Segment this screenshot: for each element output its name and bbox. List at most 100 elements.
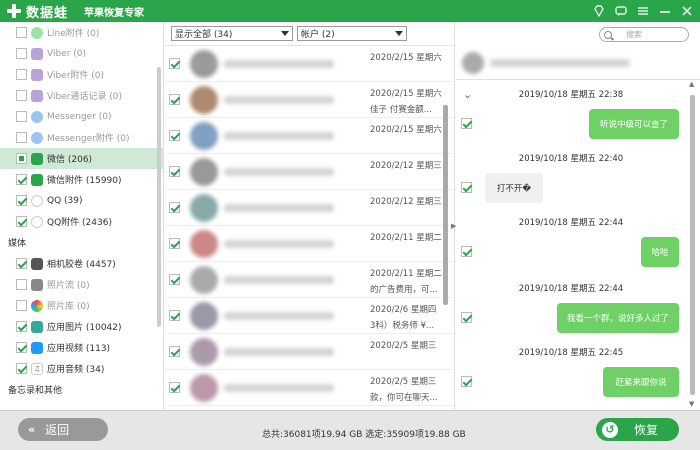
logo-plus-icon <box>6 3 22 19</box>
avatar <box>190 85 218 114</box>
conversation-date: 2020/2/12 星期三 <box>370 161 442 171</box>
section-memo-heading: 备忘录和其他 <box>8 386 63 396</box>
conversation-row[interactable]: 2020/2/15 星期六 佳子 付赛金额... <box>165 82 454 118</box>
app-image-icon <box>31 320 43 333</box>
photo-library-icon <box>31 299 43 312</box>
sidebar-scrollbar[interactable] <box>157 67 161 327</box>
contact-name-blurred <box>224 275 334 284</box>
checkbox[interactable] <box>16 321 27 332</box>
conversation-row[interactable]: 2020/2/15 星期六 <box>165 118 454 154</box>
sidebar-item-messenger[interactable]: Messenger (0) <box>0 106 163 127</box>
conversation-row[interactable]: 2020/2/12 星期三 <box>165 154 454 190</box>
checkbox[interactable] <box>16 216 27 227</box>
back-button[interactable]: « 返回 <box>18 418 108 441</box>
checkbox[interactable] <box>169 58 180 69</box>
checkbox[interactable] <box>16 363 27 374</box>
conversation-row[interactable]: 2020/2/11 星期二 <box>165 226 454 262</box>
sidebar-item-qq-attachments[interactable]: QQ附件 (2436) <box>0 211 163 232</box>
checkbox[interactable] <box>16 153 27 164</box>
checkbox[interactable] <box>169 310 180 321</box>
scroll-up-arrow-icon[interactable]: ▲ <box>689 80 694 88</box>
checkbox[interactable] <box>169 130 180 141</box>
sidebar-item-app-audio[interactable]: ♫ 应用音频 (34) <box>0 358 163 379</box>
diamond-icon[interactable] <box>592 4 606 18</box>
chat-scrollbar[interactable] <box>690 95 695 395</box>
checkbox[interactable] <box>16 132 27 143</box>
sidebar-item-label: 微信附件 (15990) <box>47 176 122 186</box>
checkbox[interactable] <box>169 94 180 105</box>
conversation-rows: 2020/2/15 星期六 2020/2/15 星期六 佳子 付赛金额... 2020… <box>165 46 454 406</box>
scroll-down-arrow-icon[interactable]: ▼ <box>689 400 694 408</box>
wechat-icon <box>31 152 43 165</box>
checkbox[interactable] <box>16 195 27 206</box>
checkbox[interactable] <box>169 382 180 393</box>
message-checkbox[interactable] <box>461 246 472 257</box>
sidebar-item-photo-stream[interactable]: 照片流 (0) <box>0 274 163 295</box>
conversation-row[interactable]: 2020/2/15 星期六 <box>165 46 454 82</box>
checkbox[interactable] <box>16 27 27 38</box>
checkbox[interactable] <box>16 300 27 311</box>
message-checkbox[interactable] <box>461 182 472 193</box>
conversation-row[interactable]: 2020/2/5 星期三 <box>165 334 454 370</box>
sidebar-item-line-attachments[interactable]: Line附件 (0) <box>0 22 163 43</box>
contact-name-blurred <box>490 59 630 67</box>
checkbox[interactable] <box>16 258 27 269</box>
recover-button[interactable]: ↺ 恢复 <box>596 418 679 441</box>
sidebar-item-app-videos[interactable]: 应用视频 (113) <box>0 337 163 358</box>
close-icon[interactable] <box>680 4 694 18</box>
avatar <box>190 229 218 258</box>
conversation-row[interactable]: 2020/2/6 星期四 3科）税务师 ¥... <box>165 298 454 334</box>
message-bubble: 打不开� <box>485 173 543 203</box>
message-checkbox[interactable] <box>461 376 472 387</box>
checkbox[interactable] <box>169 274 180 285</box>
conversation-date: 2020/2/5 星期三 <box>370 377 437 387</box>
avatar <box>190 49 218 78</box>
avatar <box>190 337 218 366</box>
sidebar-item-app-images[interactable]: 应用图片 (10042) <box>0 316 163 337</box>
checkbox[interactable] <box>16 342 27 353</box>
message-checkbox[interactable] <box>461 118 472 129</box>
checkbox[interactable] <box>16 279 27 290</box>
conversation-date: 2020/2/15 星期六 <box>370 89 442 99</box>
conversation-date: 2020/2/15 星期六 <box>370 125 442 135</box>
chat-icon[interactable] <box>614 4 628 18</box>
checkbox[interactable] <box>169 166 180 177</box>
conversation-row[interactable]: 2020/2/11 星期二 的广告费用，可... <box>165 262 454 298</box>
sidebar-item-photo-library[interactable]: 照片库 (0) <box>0 295 163 316</box>
checkbox[interactable] <box>16 69 27 80</box>
collapse-chevron-icon[interactable]: ⌄ <box>463 88 472 101</box>
sidebar-item-label: Viber通话记录 (0) <box>47 92 123 102</box>
sidebar-item-viber-calls[interactable]: Viber通话记录 (0) <box>0 85 163 106</box>
contact-name-blurred <box>224 383 334 392</box>
contact-name-blurred <box>224 311 334 320</box>
checkbox[interactable] <box>16 174 27 185</box>
contact-name-blurred <box>224 95 334 104</box>
filter-bar: 显示全部 (34) 帐户 (2) <box>165 22 454 46</box>
sidebar-item-messenger-attachments[interactable]: Messenger附件 (0) <box>0 127 163 148</box>
checkbox[interactable] <box>169 202 180 213</box>
sidebar-item-camera-roll[interactable]: 相机胶卷 (4457) <box>0 253 163 274</box>
app-video-icon <box>31 341 43 354</box>
sidebar-item-wechat-attachments[interactable]: 微信附件 (15990) <box>0 169 163 190</box>
splitter-handle[interactable]: ▶ <box>451 222 456 230</box>
sidebar-item-wechat[interactable]: 微信 (206) <box>0 148 163 169</box>
checkbox[interactable] <box>16 111 27 122</box>
show-all-dropdown[interactable]: 显示全部 (34) <box>171 26 293 41</box>
conversation-scrollbar[interactable] <box>443 105 448 305</box>
checkbox[interactable] <box>16 90 27 101</box>
sidebar-item-qq[interactable]: QQ (39) <box>0 190 163 211</box>
conversation-date: 2020/2/15 星期六 <box>370 53 442 63</box>
sidebar-item-viber[interactable]: Viber (0) <box>0 43 163 64</box>
minimize-icon[interactable] <box>658 4 672 18</box>
sidebar-item-label: 微信 (206) <box>47 155 93 165</box>
checkbox[interactable] <box>16 48 27 59</box>
account-dropdown[interactable]: 帐户 (2) <box>297 26 407 41</box>
menu-icon[interactable] <box>636 4 650 18</box>
sidebar-item-viber-attachments[interactable]: Viber附件 (0) <box>0 64 163 85</box>
checkbox[interactable] <box>169 346 180 357</box>
conversation-row[interactable]: 2020/2/5 星期三 款，你可在聊天... <box>165 370 454 406</box>
message-checkbox[interactable] <box>461 312 472 323</box>
checkbox[interactable] <box>169 238 180 249</box>
search-input[interactable]: 搜索 <box>599 27 689 42</box>
conversation-row[interactable]: 2020/2/12 星期三 <box>165 190 454 226</box>
